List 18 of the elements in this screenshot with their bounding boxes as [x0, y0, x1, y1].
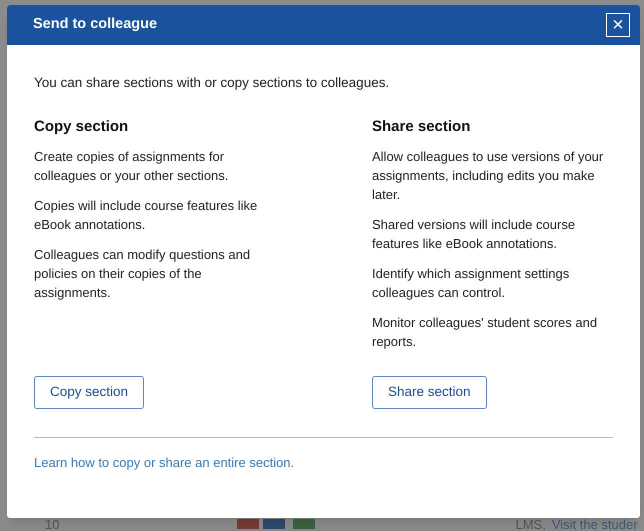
- status-chip: [237, 519, 260, 529]
- description-text: Colleagues can modify questions and policies on their copies of the assignments.: [34, 246, 252, 302]
- description-text: Identify which assignment settings colleagues can control.: [372, 264, 570, 302]
- share-section-button[interactable]: Share section: [372, 376, 487, 409]
- status-chip: [263, 519, 286, 529]
- copy-section-button[interactable]: Copy section: [34, 376, 144, 409]
- description-text: Allow colleagues to use versions of your assignments, including edits you make later.: [372, 148, 604, 204]
- description-text: Shared versions will include course features like eBook annotations.: [372, 216, 576, 253]
- description-text: Copies will include course features like eBook annotations.: [34, 196, 258, 234]
- description-text: Monitor colleagues' student scores and reports.: [372, 314, 598, 351]
- dialog-title: Send to colleague: [33, 15, 158, 34]
- section-heading: Copy section: [34, 117, 130, 138]
- status-chip: [293, 519, 316, 529]
- description-text: Create copies of assignments for colleagues or your other sections.: [34, 148, 230, 185]
- learn-more-link[interactable]: Learn how to copy or share an entire section.: [34, 452, 294, 472]
- section-heading: Share section: [372, 117, 472, 138]
- intro-text: You can share sections with or copy sections to colleagues.: [34, 74, 390, 92]
- close-button[interactable]: ×: [606, 13, 630, 37]
